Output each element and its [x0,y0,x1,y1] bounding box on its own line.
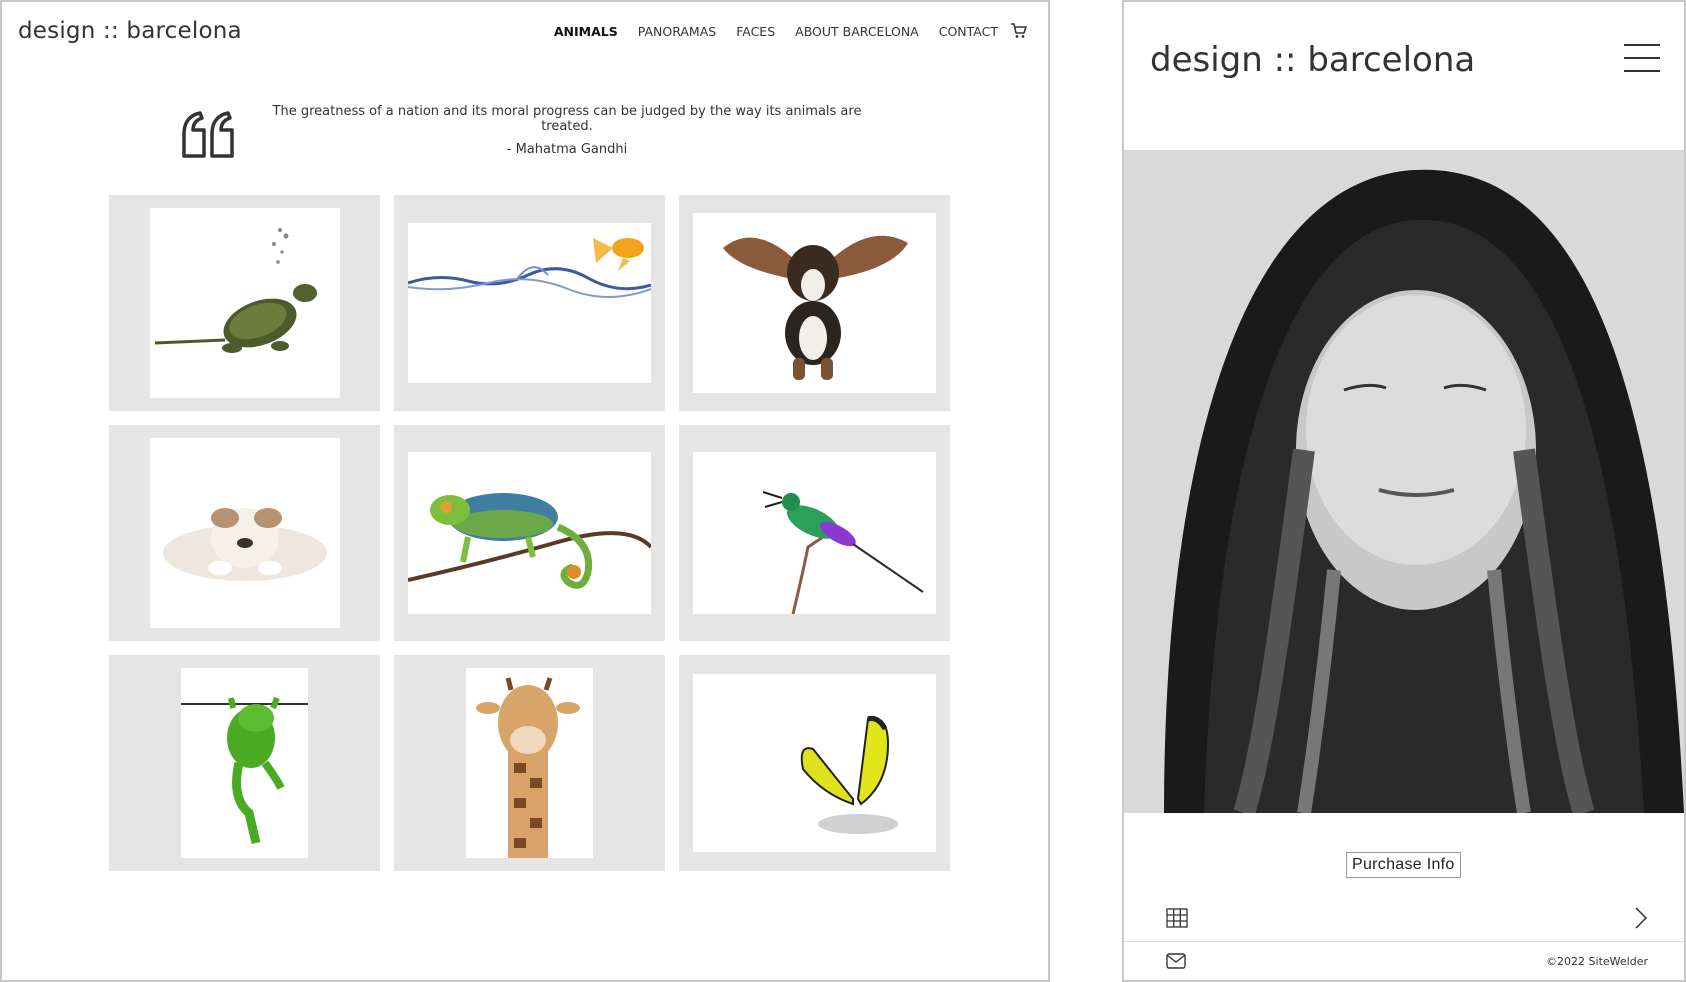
nav-about[interactable]: ABOUT BARCELONA [795,24,919,39]
desktop-view: design :: barcelona ANIMALS PANORAMAS FA… [0,0,1050,982]
gallery-item[interactable] [394,655,665,871]
quote-author: - Mahatma Gandhi [506,142,628,157]
gallery-item[interactable] [394,425,665,641]
bee-eater-bird-image [693,452,936,614]
gallery-item[interactable] [109,655,380,871]
basset-hound-image [693,213,936,393]
gallery-grid [109,195,950,871]
chevron-right-icon[interactable] [1634,907,1648,929]
site-header: design :: barcelona ANIMALS PANORAMAS FA… [2,2,1048,62]
grid-icon[interactable] [1166,908,1188,928]
tree-frog-image [181,668,308,858]
nav-contact[interactable]: CONTACT [939,24,998,39]
nav-faces[interactable]: FACES [736,24,775,39]
goldfish-image [408,223,651,383]
bulldog-puppy-image [149,438,340,628]
mobile-view: design :: barcelona Purchase Info ©2022 … [1122,0,1686,982]
mail-icon[interactable] [1166,953,1186,969]
gallery-item[interactable] [679,425,950,641]
cart-icon[interactable] [1010,22,1028,40]
featured-face-photo [1124,150,1684,813]
site-logo[interactable]: design :: barcelona [18,18,242,44]
purchase-info-button[interactable]: Purchase Info [1346,852,1461,878]
menu-icon[interactable] [1624,44,1660,72]
footer-divider [1124,941,1684,942]
copyright-text: ©2022 SiteWelder [1546,955,1648,968]
nav-panoramas[interactable]: PANORAMAS [638,24,716,39]
turtle-image [149,208,340,398]
chameleon-image [408,452,651,614]
quote-icon [182,111,234,158]
gallery-item[interactable] [394,195,665,411]
gallery-item[interactable] [109,195,380,411]
gallery-item[interactable] [679,655,950,871]
giraffe-image [466,668,593,858]
main-nav: ANIMALS PANORAMAS FACES ABOUT BARCELONA … [554,24,998,39]
quote-text: The greatness of a nation and its moral … [272,104,862,134]
gallery-item[interactable] [679,195,950,411]
butterfly-image [693,674,936,852]
nav-animals[interactable]: ANIMALS [554,24,618,39]
gallery-item[interactable] [109,425,380,641]
mobile-logo[interactable]: design :: barcelona [1150,40,1475,80]
